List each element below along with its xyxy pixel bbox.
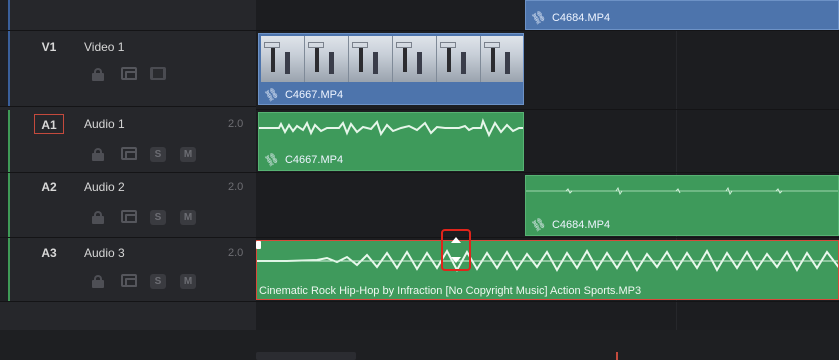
track-id: A2	[41, 180, 57, 194]
clip-label: Cinematic Rock Hip-Hop by Infraction [No…	[259, 285, 642, 297]
solo-button[interactable]: S	[150, 210, 166, 225]
scrollbar[interactable]	[256, 352, 356, 360]
link-icon: ⛓	[262, 151, 282, 169]
track-id[interactable]: A1	[34, 114, 64, 134]
track-id: A3	[41, 246, 57, 260]
track-header-v1[interactable]: V1 Video 1	[0, 31, 256, 107]
clip-label: ⛓ C4667.MP4	[262, 151, 344, 169]
film-icon[interactable]	[150, 67, 166, 80]
link-icon: ⛓	[529, 216, 549, 234]
lock-icon[interactable]	[92, 68, 104, 81]
track-header-partial	[0, 0, 256, 31]
track-name[interactable]: Audio 3	[84, 243, 125, 263]
waveform	[257, 248, 838, 273]
lock-icon[interactable]	[92, 211, 104, 224]
video-clip[interactable]: ⛓ C4684.MP4	[525, 0, 839, 30]
track-header-a3[interactable]: A3 Audio 3 2.0 S M	[0, 238, 256, 302]
track-header-a1[interactable]: A1 Audio 1 2.0 S M	[0, 110, 256, 173]
video-clip[interactable]: ⛓ C4667.MP4	[258, 33, 524, 105]
auto-select-icon[interactable]	[121, 147, 137, 160]
timeline-editor: V1 Video 1 A1 Audio 1 2.0 S M A2 Audio 2…	[0, 0, 839, 360]
mute-button[interactable]: M	[180, 274, 196, 289]
volume-down-arrow-icon	[451, 257, 461, 263]
track-name[interactable]: Video 1	[84, 37, 124, 57]
solo-button[interactable]: S	[150, 274, 166, 289]
track-name[interactable]: Audio 2	[84, 177, 125, 197]
link-icon: ⛓	[262, 86, 282, 104]
keyframe-marker[interactable]	[256, 241, 261, 249]
track-channels: 2.0	[228, 118, 244, 130]
clip-label: ⛓ C4684.MP4	[529, 9, 611, 27]
track-headers: V1 Video 1 A1 Audio 1 2.0 S M A2 Audio 2…	[0, 0, 256, 360]
auto-select-icon[interactable]	[121, 210, 137, 223]
track-channels: 2.0	[228, 181, 244, 193]
track-name[interactable]: Audio 1	[84, 114, 125, 134]
waveform	[526, 186, 838, 196]
track-id: V1	[41, 40, 57, 54]
volume-up-arrow-icon	[451, 237, 461, 243]
audio-clip[interactable]: ⛓ C4667.MP4	[258, 112, 524, 171]
volume-handle-icon[interactable]	[441, 229, 471, 271]
waveform	[259, 118, 523, 138]
track-header-a2[interactable]: A2 Audio 2 2.0 S M	[0, 173, 256, 238]
track-channels: 2.0	[228, 247, 244, 259]
link-icon: ⛓	[529, 9, 549, 27]
clip-thumbnails	[261, 36, 523, 82]
audio-clip-selected[interactable]: Cinematic Rock Hip-Hop by Infraction [No…	[256, 240, 839, 300]
timeline-footer	[0, 330, 839, 360]
solo-button[interactable]: S	[150, 147, 166, 162]
clip-label: ⛓ C4684.MP4	[529, 216, 611, 234]
auto-select-icon[interactable]	[121, 274, 137, 287]
playhead-marker[interactable]	[616, 352, 618, 360]
timeline-tracks[interactable]: ⛓ C4684.MP4 ⛓ C4667.MP4 ⛓ C4667.MP4 ⛓ C4…	[256, 0, 839, 360]
mute-button[interactable]: M	[180, 147, 196, 162]
auto-select-icon[interactable]	[121, 67, 137, 80]
audio-clip[interactable]: ⛓ C4684.MP4	[525, 175, 839, 236]
clip-label: ⛓ C4667.MP4	[262, 86, 344, 104]
lock-icon[interactable]	[92, 148, 104, 161]
mute-button[interactable]: M	[180, 210, 196, 225]
lock-icon[interactable]	[92, 275, 104, 288]
